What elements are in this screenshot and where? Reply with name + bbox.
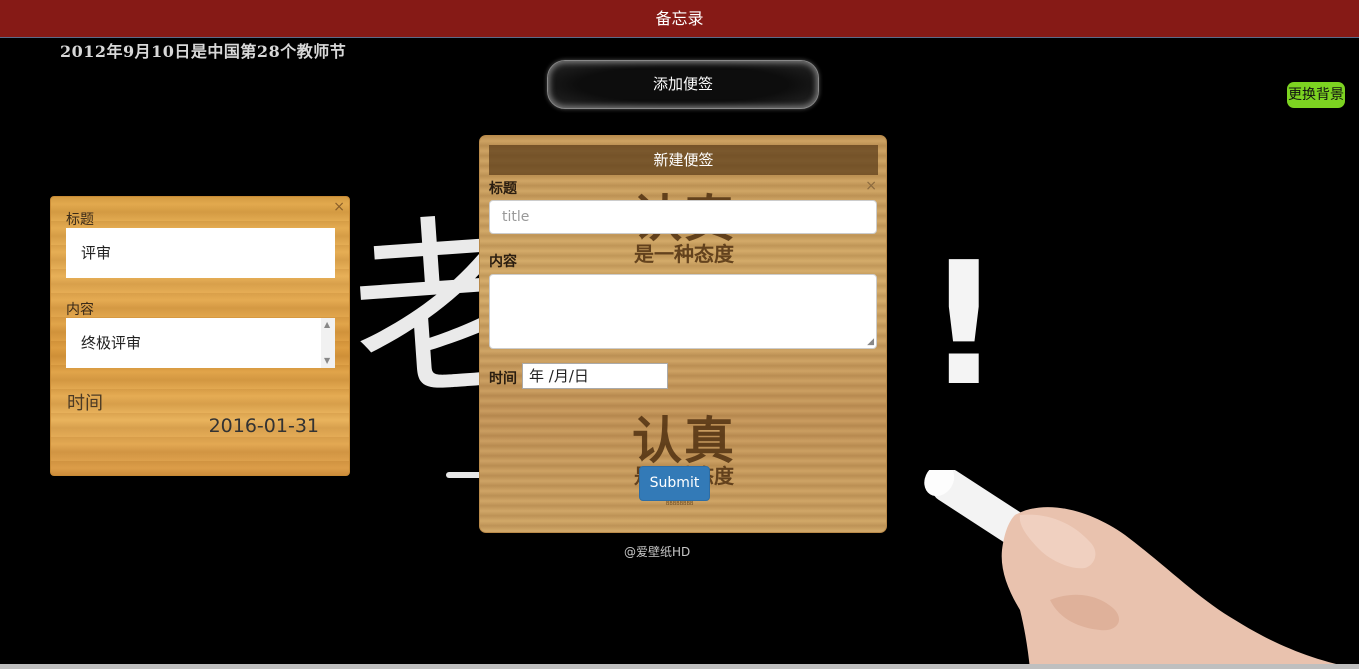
app-title: 备忘录 bbox=[655, 9, 704, 28]
form-date-input[interactable]: 年 /月/日 bbox=[522, 363, 668, 389]
note-content-label: 内容 bbox=[66, 302, 94, 318]
background-watermark: @爱壁纸HD bbox=[624, 545, 691, 559]
scroll-down-arrow-icon[interactable]: ▼ bbox=[324, 356, 330, 366]
form-content-textarea[interactable]: ◢ bbox=[489, 274, 877, 349]
bottom-edge-strip bbox=[0, 664, 1359, 669]
form-close-icon[interactable]: × bbox=[865, 178, 877, 194]
hand-holding-chalk-image bbox=[924, 470, 1359, 669]
resize-grip-icon[interactable]: ◢ bbox=[867, 337, 874, 347]
note-close-icon[interactable]: × bbox=[333, 199, 345, 215]
scroll-up-arrow-icon[interactable]: ▲ bbox=[324, 320, 330, 330]
note-content-value: 终极评审 bbox=[81, 334, 142, 352]
add-note-button[interactable]: 添加便签 bbox=[547, 60, 819, 109]
background-caption: 2012年9月10日是中国第28个教师节 bbox=[60, 42, 347, 61]
note-content-field[interactable]: 终极评审 ▲ ▼ bbox=[66, 318, 335, 368]
change-background-button[interactable]: 更换背景 bbox=[1287, 82, 1345, 108]
note-title-field[interactable]: 评审 bbox=[66, 228, 335, 278]
form-header: 新建便签 bbox=[489, 145, 878, 175]
note-date: 2016-01-31 bbox=[208, 415, 319, 437]
note-time-label: 时间 bbox=[67, 393, 103, 414]
submit-button[interactable]: Submit bbox=[639, 466, 710, 501]
note-card: × 标题 评审 内容 终极评审 ▲ ▼ 时间 2016-01-31 bbox=[50, 196, 350, 476]
note-content-scrollbar[interactable]: ▲ ▼ bbox=[321, 318, 335, 368]
form-watermark-tiny: BBBBBBBB bbox=[666, 501, 694, 507]
app-title-bar: 备忘录 bbox=[0, 0, 1359, 38]
background-exclamation: ! bbox=[925, 226, 1003, 424]
note-title-label: 标题 bbox=[66, 212, 94, 228]
form-title-input[interactable]: title bbox=[489, 200, 877, 234]
form-time-label: 时间 bbox=[489, 371, 517, 387]
new-note-form: 认真 是一种态度 认真 是一种态度 BBBBBBBB 新建便签 × 标题 tit… bbox=[479, 135, 887, 533]
form-content-label: 内容 bbox=[489, 254, 517, 270]
note-title-value: 评审 bbox=[81, 244, 112, 262]
form-title-label: 标题 bbox=[489, 181, 517, 197]
